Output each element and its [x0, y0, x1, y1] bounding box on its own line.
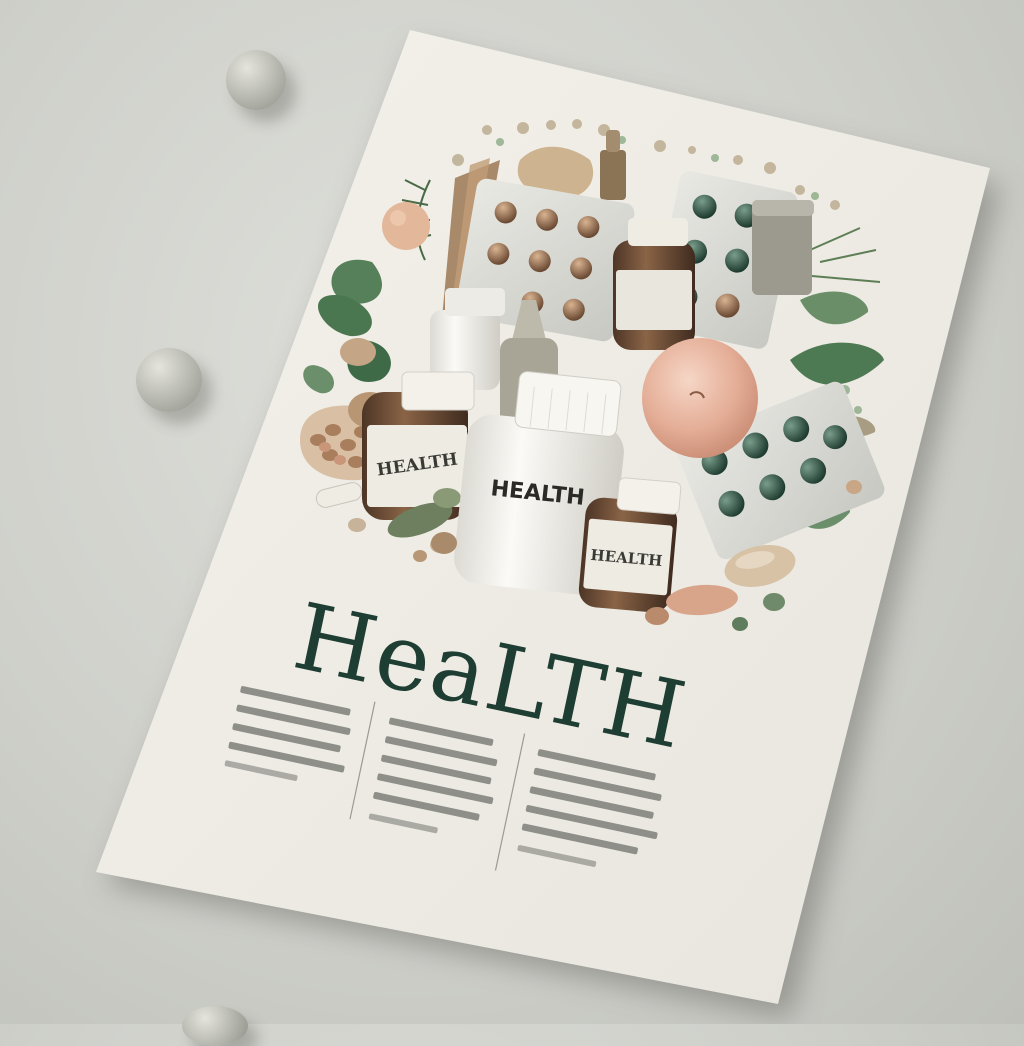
apple-icon	[642, 338, 758, 458]
health-poster-scene: HEALTH HEALTH HEALTH HeaLTH	[96, 30, 1000, 1018]
apple-icon	[382, 202, 430, 250]
